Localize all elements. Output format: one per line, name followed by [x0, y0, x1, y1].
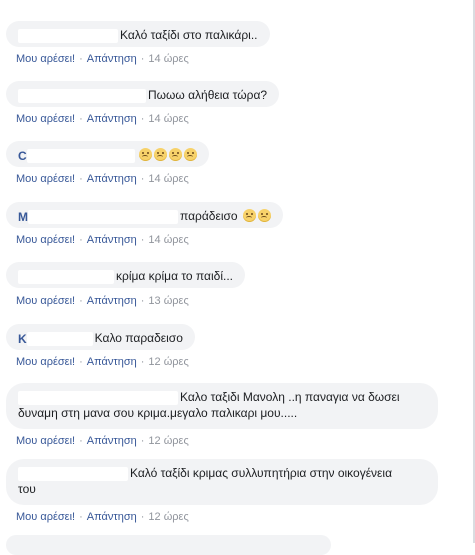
reply-link[interactable]: Απάντηση — [87, 511, 137, 523]
like-link[interactable]: Μου αρέσει! — [16, 295, 75, 307]
comment-bubble: C — [6, 141, 209, 167]
like-link[interactable]: Μου αρέσει! — [16, 234, 75, 246]
redacted-author — [26, 148, 135, 163]
reply-link[interactable]: Απάντηση — [87, 356, 137, 368]
comment-actions: Μου αρέσει! · Απάντηση · 14 ώρες — [16, 112, 189, 126]
comment-bubble: Καλό ταξίδι κριμας συλλυπητήρια στην οικ… — [6, 459, 438, 505]
comment-bubble: κρίμα κρίμα το παιδί... — [6, 262, 245, 288]
like-link[interactable]: Μου αρέσει! — [16, 356, 75, 368]
disappointed-face-icon — [257, 209, 271, 222]
separator: · — [79, 234, 83, 246]
redacted-author — [18, 28, 118, 43]
separator: · — [140, 435, 145, 447]
comment-actions: Μου αρέσει! · Απάντηση · 14 ώρες — [16, 233, 189, 247]
separator: · — [79, 435, 83, 447]
disappointed-face-icon — [138, 148, 152, 161]
separator: · — [140, 356, 145, 368]
author-name-fragment[interactable]: M — [18, 209, 28, 225]
comment-actions: Μου αρέσει! · Απάντηση · 12 ώρες — [16, 355, 189, 369]
comment-timestamp[interactable]: 14 ώρες — [148, 113, 188, 125]
reply-link[interactable]: Απάντηση — [87, 295, 137, 307]
redacted-author — [28, 209, 178, 224]
comment-timestamp[interactable]: 12 ώρες — [148, 435, 188, 447]
comment-text: Καλό ταξίδι κριμας συλλυπητήρια στην οικ… — [130, 466, 393, 480]
comment-actions: Μου αρέσει! · Απάντηση · 14 ώρες — [16, 172, 189, 186]
redacted-author — [18, 390, 178, 405]
reply-link[interactable]: Απάντηση — [87, 53, 137, 65]
reply-link[interactable]: Απάντηση — [87, 435, 137, 447]
comment-text: Καλο ταξιδι Μανολη ..η παναγια να δωσει — [180, 390, 400, 404]
next-comment-bubble — [6, 535, 331, 555]
separator: · — [79, 511, 83, 523]
author-name-fragment[interactable]: K — [18, 331, 27, 347]
comment-actions: Μου αρέσει! · Απάντηση · 12 ώρες — [16, 434, 189, 448]
disappointed-face-icon — [242, 209, 256, 222]
reply-link[interactable]: Απάντηση — [87, 173, 137, 185]
reply-link[interactable]: Απάντηση — [87, 234, 137, 246]
like-link[interactable]: Μου αρέσει! — [16, 173, 75, 185]
comment-text-line2: του — [18, 482, 36, 496]
separator: · — [79, 356, 83, 368]
like-link[interactable]: Μου αρέσει! — [16, 53, 75, 65]
comment-bubble: Καλό ταξίδι στο παλικάρι.. — [6, 21, 270, 47]
comment-timestamp[interactable]: 13 ώρες — [148, 295, 188, 307]
separator: · — [140, 511, 145, 523]
comment-text: παράδεισο — [180, 209, 238, 223]
separator: · — [79, 173, 83, 185]
comment-line: Καλό ταξίδι κριμας συλλυπητήρια στην οικ… — [18, 465, 426, 481]
separator: · — [79, 295, 83, 307]
separator: · — [79, 53, 83, 65]
comment-actions: Μου αρέσει! · Απάντηση · 14 ώρες — [16, 52, 189, 66]
author-name-fragment[interactable]: C — [18, 148, 27, 164]
redacted-author — [18, 88, 146, 103]
comment-text: Καλό ταξίδι στο παλικάρι.. — [120, 28, 258, 42]
comment-actions: Μου αρέσει! · Απάντηση · 12 ώρες — [16, 510, 189, 524]
comment-timestamp[interactable]: 14 ώρες — [148, 234, 188, 246]
redacted-author — [26, 331, 93, 346]
redacted-author — [18, 269, 114, 284]
reply-link[interactable]: Απάντηση — [87, 113, 137, 125]
disappointed-face-icon — [183, 148, 197, 161]
redacted-author — [18, 466, 128, 481]
comment-text: Πωωω αλήθεια τώρα? — [148, 88, 268, 102]
comment-timestamp[interactable]: 14 ώρες — [148, 173, 188, 185]
comment-line: Καλο ταξιδι Μανολη ..η παναγια να δωσει — [18, 389, 426, 405]
separator: · — [140, 295, 145, 307]
like-link[interactable]: Μου αρέσει! — [16, 113, 75, 125]
separator: · — [140, 234, 145, 246]
separator: · — [79, 113, 83, 125]
comment-text: Καλο παραδεισο — [94, 331, 183, 345]
like-link[interactable]: Μου αρέσει! — [16, 511, 75, 523]
comment-timestamp[interactable]: 14 ώρες — [148, 53, 188, 65]
comment-timestamp[interactable]: 12 ώρες — [148, 511, 188, 523]
comment-bubble: Καλο ταξιδι Μανολη ..η παναγια να δωσει … — [6, 383, 438, 429]
like-link[interactable]: Μου αρέσει! — [16, 435, 75, 447]
comment-text-line2: δυναμη στη μανα σου κριμα.μεγαλο παλικαρ… — [18, 406, 298, 420]
disappointed-face-icon — [168, 148, 182, 161]
comment-bubble: K Καλο παραδεισο — [6, 324, 195, 350]
comment-bubble: Mπαράδεισο — [6, 202, 283, 228]
comment-timestamp[interactable]: 12 ώρες — [148, 356, 188, 368]
comment-text: κρίμα κρίμα το παιδί... — [116, 269, 233, 283]
comment-actions: Μου αρέσει! · Απάντηση · 13 ώρες — [16, 294, 189, 308]
disappointed-face-icon — [153, 148, 167, 161]
separator: · — [140, 53, 145, 65]
separator: · — [140, 113, 145, 125]
separator: · — [140, 173, 145, 185]
comment-bubble: Πωωω αλήθεια τώρα? — [6, 81, 280, 107]
